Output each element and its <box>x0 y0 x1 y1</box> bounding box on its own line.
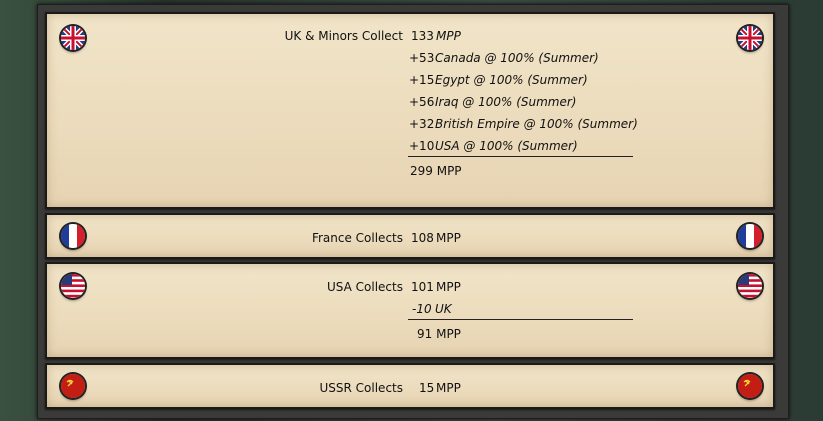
usa-collection-panel: USA Collects 101 MPP -10 UK 91 MPP <box>45 262 775 359</box>
ussr-heading-label: USSR Collects <box>319 381 404 395</box>
uk-line-label: Egypt @ 100% (Summer) <box>435 73 588 87</box>
france-heading-value: 108 <box>411 231 434 245</box>
uk-line-label: British Empire @ 100% (Summer) <box>435 117 638 131</box>
usa-sum-divider <box>408 319 633 320</box>
usa-flag-icon <box>61 274 85 298</box>
uk-flag-icon <box>61 26 85 50</box>
uk-line-label: Canada @ 100% (Summer) <box>435 51 599 65</box>
uk-line-amount: +56 <box>409 95 435 109</box>
ussr-flag-icon <box>738 374 762 398</box>
france-collection-panel: France Collects 108 MPP <box>45 213 775 259</box>
uk-heading-label: UK & Minors Collect <box>284 29 403 43</box>
uk-heading-value: 133 <box>411 29 434 43</box>
uk-total: 299 MPP <box>410 164 462 178</box>
ussr-heading-unit: MPP <box>436 381 461 395</box>
uk-heading-unit: MPP <box>436 29 461 43</box>
uk-line-label: Iraq @ 100% (Summer) <box>435 95 577 109</box>
usa-heading-value: 101 <box>411 280 434 294</box>
ussr-collection-panel: USSR Collects 15 MPP <box>45 363 775 409</box>
collection-report-window: UK & Minors Collect 133 MPP +53 Canada @… <box>37 4 789 419</box>
uk-line-amount: +15 <box>409 73 435 87</box>
ussr-heading-value: 15 <box>419 381 435 395</box>
usa-total: 91 MPP <box>417 327 461 341</box>
uk-line-label: USA @ 100% (Summer) <box>435 139 578 153</box>
ussr-flag-icon <box>61 374 85 398</box>
uk-flag-icon <box>738 26 762 50</box>
usa-line-amount: -10 <box>412 302 432 316</box>
france-heading-label: France Collects <box>311 231 403 245</box>
usa-flag-icon <box>738 274 762 298</box>
uk-line-amount: +32 <box>409 117 435 131</box>
usa-heading-label: USA Collects <box>327 280 403 294</box>
usa-line-label: UK <box>435 302 452 316</box>
uk-line-amount: +10 <box>409 139 435 153</box>
uk-line-amount: +53 <box>409 51 435 65</box>
uk-collection-panel: UK & Minors Collect 133 MPP +53 Canada @… <box>45 12 775 209</box>
usa-heading-unit: MPP <box>436 280 461 294</box>
uk-sum-divider <box>408 156 633 157</box>
france-flag-icon <box>61 224 85 248</box>
france-heading-unit: MPP <box>436 231 461 245</box>
france-flag-icon <box>738 224 762 248</box>
